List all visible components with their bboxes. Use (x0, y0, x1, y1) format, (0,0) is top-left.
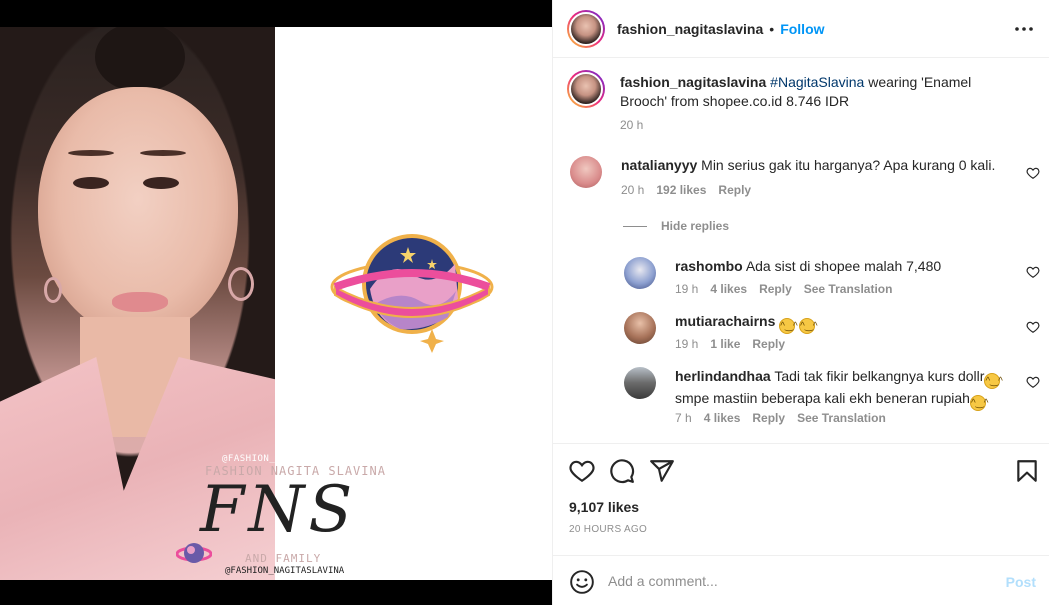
reply-like-heart-icon[interactable] (1026, 265, 1040, 279)
watermark-logo: FNS (200, 473, 357, 547)
caption-avatar[interactable] (567, 70, 605, 108)
post-actions-bar (553, 444, 1049, 496)
comment-icon[interactable] (609, 458, 635, 484)
watermark-family: AND FAMILY (245, 552, 322, 565)
comment-like-heart-icon[interactable] (1026, 166, 1040, 180)
reply-username[interactable]: rashombo (675, 258, 743, 274)
reply-username[interactable]: mutiarachairns (675, 313, 775, 329)
heart-icon[interactable] (569, 458, 595, 484)
reply-time: 19 h (675, 337, 699, 351)
reply-like-heart-icon[interactable] (1026, 320, 1040, 334)
reply-likes[interactable]: 4 likes (710, 282, 747, 296)
laughing-emoji-icon: ^‿^ (779, 318, 798, 334)
post-sidebar: fashion_nagitaslavina • Follow fashion_n… (552, 0, 1049, 605)
replier-avatar[interactable] (624, 367, 656, 399)
add-comment-bar: Post (553, 555, 1049, 605)
follow-button[interactable]: Follow (780, 21, 824, 37)
posted-time: 20 HOURS AGO (569, 524, 648, 535)
comment-likes[interactable]: 192 likes (656, 183, 706, 197)
comment-reply-button[interactable]: Reply (718, 183, 751, 197)
reply-text: Tadi tak fikir belkangnya kurs dollr (774, 368, 985, 384)
reply-reply-button[interactable]: Reply (752, 337, 785, 351)
hide-replies-button[interactable]: Hide replies (623, 219, 729, 233)
reply-reply-button[interactable]: Reply (752, 411, 785, 425)
author-username[interactable]: fashion_nagitaslavina (617, 21, 763, 37)
reply-like-heart-icon[interactable] (1026, 375, 1040, 389)
watermark-handle-bottom: @FASHION_NAGITASLAVINA (225, 566, 345, 576)
caption-username[interactable]: fashion_nagitaslavina (620, 74, 766, 90)
reply-text-line2: smpe mastiin beberapa kali ekh beneran r… (675, 390, 970, 406)
post-media[interactable]: @FASHION_NAGITASLAVINA FASHION NAGITA SL… (0, 0, 552, 605)
bookmark-icon[interactable] (1014, 458, 1040, 484)
caption-time: 20 h (620, 118, 644, 132)
laughing-emoji-icon: ^‿^ (984, 373, 1003, 389)
reply-username[interactable]: herlindandhaa (675, 368, 771, 384)
comment-username[interactable]: natalianyyy (621, 157, 697, 173)
see-translation-button[interactable]: See Translation (804, 282, 893, 296)
planet-brooch-image (330, 234, 494, 353)
post-image: @FASHION_NAGITASLAVINA FASHION NAGITA SL… (0, 27, 552, 580)
reply-item: herlindandhaa Tadi tak fikir belkangnya … (624, 367, 1040, 437)
share-icon[interactable] (649, 458, 675, 484)
reply-likes[interactable]: 4 likes (704, 411, 741, 425)
emoji-icon[interactable] (569, 569, 595, 595)
reply-time: 7 h (675, 411, 692, 425)
reply-item: mutiarachairns ^‿^ ^‿^ 19 h 1 like Reply (624, 312, 1040, 357)
comment-time: 20 h (621, 183, 645, 197)
laughing-emoji-icon: ^‿^ (799, 318, 818, 334)
comment-item: natalianyyy Min serius gak itu harganya?… (570, 156, 1040, 206)
separator-dot: • (769, 20, 775, 37)
replier-avatar[interactable] (624, 312, 656, 344)
more-options-icon[interactable] (1012, 18, 1036, 40)
reply-text: Ada sist di shopee malah 7,480 (745, 258, 942, 274)
see-translation-button[interactable]: See Translation (797, 411, 886, 425)
rolling-laugh-emoji-icon: ^‿^ (969, 395, 988, 411)
comments-section[interactable]: fashion_nagitaslavina #NagitaSlavina wea… (553, 58, 1049, 444)
post-comment-button[interactable]: Post (1006, 574, 1036, 590)
likes-count[interactable]: 9,107 likes (569, 499, 639, 515)
add-comment-input[interactable] (608, 568, 978, 594)
reply-item: rashombo Ada sist di shopee malah 7,480 … (624, 257, 1040, 302)
comment-text: Min serius gak itu harganya? Apa kurang … (701, 157, 996, 173)
reply-time: 19 h (675, 282, 699, 296)
replier-avatar[interactable] (624, 257, 656, 289)
mini-planet-logo (176, 543, 212, 563)
caption-hashtag[interactable]: #NagitaSlavina (770, 74, 864, 90)
reply-likes[interactable]: 1 like (710, 337, 740, 351)
watermark-handle: @FASHION_NAGITASLAVINA (222, 454, 353, 464)
reply-reply-button[interactable]: Reply (759, 282, 792, 296)
commenter-avatar[interactable] (570, 156, 602, 188)
post-header: fashion_nagitaslavina • Follow (553, 0, 1049, 58)
author-avatar[interactable] (567, 9, 605, 48)
